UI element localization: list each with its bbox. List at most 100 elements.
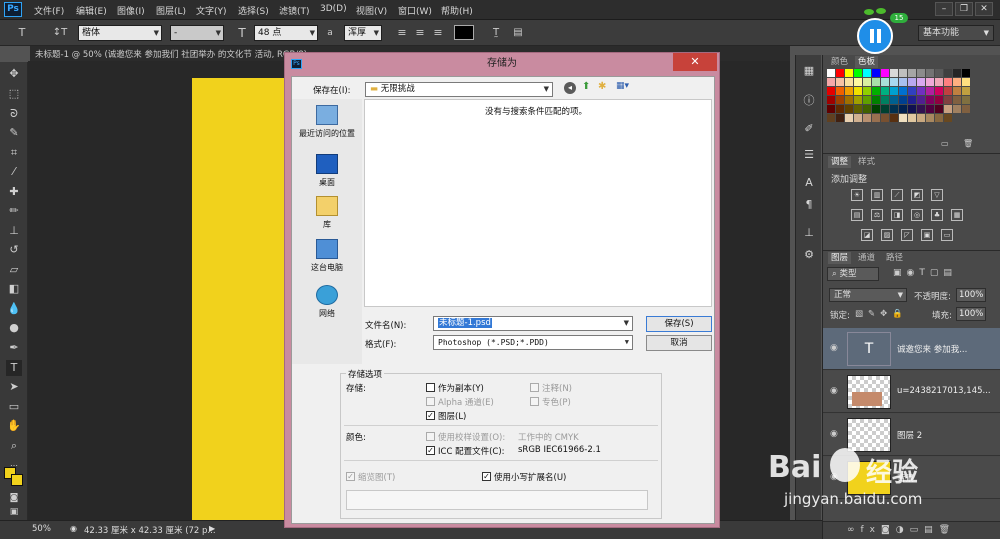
color-swatch[interactable] [881, 96, 889, 104]
layer-name[interactable]: u=2438217013,145... [897, 386, 997, 396]
save-button[interactable]: 保存(S) [646, 316, 712, 332]
close-button[interactable]: ✕ [975, 2, 993, 16]
zoom-level[interactable]: 50% [32, 524, 51, 534]
align-right-icon[interactable]: ≡ [430, 25, 446, 41]
menu-window[interactable]: 窗口(W) [398, 4, 432, 17]
color-swatch[interactable] [899, 105, 907, 113]
color-swatch[interactable] [872, 69, 880, 77]
invert-icon[interactable]: ◪ [861, 229, 873, 241]
color-swatch[interactable] [836, 96, 844, 104]
layer-row[interactable]: ◉ T 诚邀您来 参加我... [823, 328, 1000, 370]
color-swatch[interactable] [854, 78, 862, 86]
color-swatch[interactable] [854, 69, 862, 77]
color-swatch[interactable] [935, 96, 943, 104]
tab-color[interactable]: 颜色 [828, 56, 851, 68]
color-swatch[interactable] [926, 114, 934, 122]
color-swatch[interactable] [845, 78, 853, 86]
color-swatch[interactable] [881, 105, 889, 113]
path-select-tool-icon[interactable]: ➤ [6, 379, 22, 395]
color-swatch[interactable] [899, 96, 907, 104]
color-swatch[interactable] [944, 87, 952, 95]
place-desktop[interactable]: 桌面 [292, 154, 362, 188]
brush-tool-icon[interactable]: ✏ [6, 203, 22, 219]
pen-tool-icon[interactable]: ✒ [6, 340, 22, 356]
color-swatch[interactable] [827, 87, 835, 95]
color-swatch[interactable] [845, 105, 853, 113]
color-swatch[interactable] [962, 69, 970, 77]
layer-name[interactable]: 图层 2 [897, 429, 997, 441]
color-swatch[interactable] [863, 105, 871, 113]
text-color-swatch[interactable] [454, 25, 474, 40]
tab-swatches[interactable]: 色板 [855, 56, 879, 68]
restore-button[interactable]: ❐ [955, 2, 973, 16]
healing-brush-tool-icon[interactable]: ✚ [6, 184, 22, 200]
color-swatch[interactable] [962, 96, 970, 104]
place-recent[interactable]: 最近访问的位置 [292, 105, 362, 139]
view-menu-icon[interactable]: ▦▾ [616, 81, 636, 93]
filename-input[interactable]: 未标题-1.psd ▼ [433, 316, 633, 331]
color-swatch[interactable] [962, 87, 970, 95]
place-network[interactable]: 网络 [292, 285, 362, 319]
eyedropper-tool-icon[interactable]: ⁄ [6, 164, 22, 180]
color-swatch[interactable] [953, 78, 961, 86]
color-swatch[interactable] [908, 69, 916, 77]
color-swatch[interactable] [899, 69, 907, 77]
color-swatch[interactable] [899, 114, 907, 122]
lowercase-checkbox[interactable]: ✓ [482, 472, 491, 481]
color-swatch[interactable] [944, 78, 952, 86]
quick-select-tool-icon[interactable]: ✎ [6, 125, 22, 141]
color-swatch[interactable] [908, 87, 916, 95]
menu-file[interactable]: 文件(F) [34, 4, 64, 17]
color-swatch[interactable] [926, 78, 934, 86]
color-swatch[interactable] [890, 96, 898, 104]
black-white-icon[interactable]: ◨ [891, 209, 903, 221]
blend-mode-select[interactable]: 正常 ▼ [829, 288, 907, 302]
zoom-tool-icon[interactable]: ⌕ [6, 438, 22, 454]
font-style-select[interactable]: - ▼ [170, 25, 224, 41]
crop-tool-icon[interactable]: ⌗ [6, 145, 22, 161]
color-swatch[interactable] [917, 96, 925, 104]
color-swatch[interactable] [908, 78, 916, 86]
color-swatch[interactable] [827, 69, 835, 77]
file-list[interactable]: 没有与搜索条件匹配的项。 [364, 99, 712, 307]
place-this-pc[interactable]: 这台电脑 [292, 239, 362, 273]
copy-checkbox[interactable] [426, 383, 435, 392]
color-swatch[interactable] [908, 114, 916, 122]
color-swatch[interactable] [953, 69, 961, 77]
menu-select[interactable]: 选择(S) [238, 4, 269, 17]
color-swatch[interactable] [845, 96, 853, 104]
move-tool-icon[interactable]: ✥ [6, 66, 22, 82]
color-swatch[interactable] [845, 69, 853, 77]
character-panel-icon[interactable]: A [801, 175, 817, 191]
delete-swatch-icon[interactable]: 🗑 [963, 139, 973, 148]
menu-layer[interactable]: 图层(L) [156, 4, 186, 17]
color-swatch[interactable] [836, 87, 844, 95]
color-swatch[interactable] [890, 105, 898, 113]
color-swatch[interactable] [872, 87, 880, 95]
tool-presets-panel-icon[interactable]: ⚙ [801, 247, 817, 263]
color-swatch[interactable] [917, 87, 925, 95]
lasso-tool-icon[interactable]: ᘐ [6, 106, 22, 122]
clone-source-panel-icon[interactable]: ⊥ [801, 225, 817, 241]
selective-color-icon[interactable]: ▣ [921, 229, 933, 241]
tab-adjustments[interactable]: 调整 [828, 156, 852, 168]
brightness-icon[interactable]: ☀ [851, 189, 863, 201]
posterize-icon[interactable]: ▨ [881, 229, 893, 241]
menu-3d[interactable]: 3D(D) [320, 4, 347, 14]
color-swatch[interactable] [899, 78, 907, 86]
color-swatch[interactable] [962, 105, 970, 113]
marquee-tool-icon[interactable]: ⬚ [6, 86, 22, 102]
color-swatch[interactable] [917, 69, 925, 77]
color-swatch[interactable] [953, 105, 961, 113]
color-lookup-icon[interactable]: ▦ [951, 209, 963, 221]
color-swatch[interactable] [908, 105, 916, 113]
channel-mixer-icon[interactable]: ♣ [931, 209, 943, 221]
color-swatch[interactable] [953, 96, 961, 104]
color-swatch[interactable] [944, 105, 952, 113]
color-swatch[interactable] [962, 78, 970, 86]
rectangle-tool-icon[interactable]: ▭ [6, 399, 22, 415]
color-swatch[interactable] [953, 87, 961, 95]
save-in-select[interactable]: ▬ 无限挑战 ▼ [365, 82, 553, 97]
menu-filter[interactable]: 滤镜(T) [279, 4, 310, 17]
color-swatch[interactable] [890, 87, 898, 95]
